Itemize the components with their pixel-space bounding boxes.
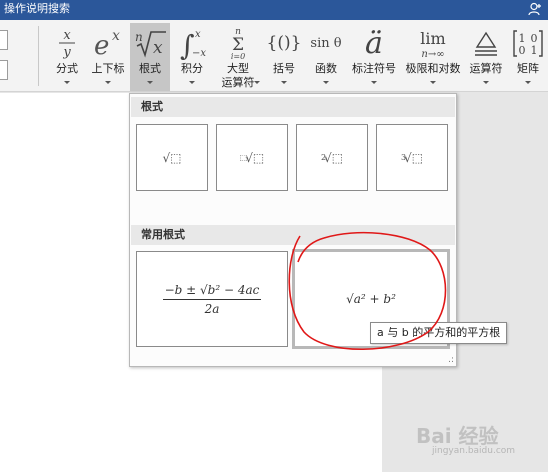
- integral-lower: −x: [192, 48, 206, 59]
- integral-upper: x: [195, 29, 201, 40]
- quadratic-formula: −b ± √b² − 4ac 2a: [162, 282, 262, 316]
- svg-text:n: n: [135, 30, 143, 44]
- svg-text:0: 0: [519, 44, 526, 57]
- ribbon-separator: [38, 26, 39, 86]
- radical-tile-cube-root[interactable]: 3 √⬚: [376, 124, 448, 191]
- common-radical-quadratic-formula[interactable]: −b ± √b² − 4ac 2a: [136, 251, 288, 347]
- equation-ribbon: x y 分式 e x 上下标 n x 根式 ∫ x −x 积分 n Σ i=0 …: [0, 20, 548, 92]
- radical-symbol: ⬚ √⬚: [239, 150, 265, 165]
- chevron-down-icon: [371, 81, 377, 84]
- summation-icon: n Σ i=0: [212, 25, 264, 61]
- chevron-down-icon: [254, 81, 260, 84]
- lim-subscript: n→∞: [421, 49, 444, 60]
- accent-button[interactable]: ä 标注符号: [348, 23, 400, 91]
- integral-icon: ∫ x −x: [174, 25, 210, 61]
- bracket-button[interactable]: {()} 括号: [266, 23, 302, 91]
- chevron-down-icon: [105, 81, 111, 84]
- chevron-down-icon: [525, 81, 531, 84]
- radical-tile-degree-2[interactable]: 2 √⬚: [296, 124, 368, 191]
- chevron-down-icon: [281, 81, 287, 84]
- bracket-icon: {()}: [266, 33, 302, 53]
- document-strip: [0, 93, 130, 115]
- sum-lower: i=0: [231, 52, 245, 61]
- chevron-down-icon: [64, 81, 70, 84]
- svg-text:e: e: [94, 31, 109, 60]
- title-bar: 操作说明搜索: [0, 0, 548, 20]
- delta-equals-icon: [466, 25, 506, 61]
- tell-me-search[interactable]: 操作说明搜索: [4, 1, 70, 17]
- radical-symbol: 3 √⬚: [400, 150, 424, 165]
- radical-tile-with-degree[interactable]: ⬚ √⬚: [216, 124, 288, 191]
- watermark-sub: jingyan.baidu.com: [432, 446, 516, 456]
- function-icon: sin θ: [310, 35, 342, 51]
- matrix-icon: 1 0 0 1: [508, 25, 548, 61]
- resize-grip-icon[interactable]: .:: [448, 355, 454, 365]
- svg-text:1: 1: [531, 44, 538, 57]
- accent-icon: ä: [365, 25, 383, 61]
- chevron-down-icon: [323, 81, 329, 84]
- svg-text:x: x: [153, 38, 163, 58]
- style-spinner-bottom[interactable]: [0, 60, 8, 80]
- chevron-down-icon: [189, 81, 195, 84]
- integral-button[interactable]: ∫ x −x 积分: [174, 23, 210, 91]
- share-user-icon[interactable]: [528, 2, 542, 16]
- svg-text:x: x: [112, 28, 120, 44]
- operator-button[interactable]: 运算符: [466, 23, 506, 91]
- fraction-icon: x y: [48, 25, 86, 61]
- script-button[interactable]: e x 上下标: [88, 23, 128, 91]
- fraction-button[interactable]: x y 分式: [48, 23, 86, 91]
- svg-text:y: y: [62, 45, 71, 60]
- matrix-button[interactable]: 1 0 0 1 矩阵: [508, 23, 548, 91]
- radical-symbol: √⬚: [162, 150, 182, 165]
- limit-log-button[interactable]: lim n→∞ 极限和对数: [402, 23, 464, 91]
- tooltip: a 与 b 的平方和的平方根: [370, 322, 508, 344]
- chevron-down-icon: [483, 81, 489, 84]
- superscript-icon: e x: [88, 25, 128, 61]
- style-spinner-top[interactable]: [0, 30, 8, 50]
- radical-icon: n x: [130, 25, 170, 61]
- limit-icon: lim n→∞: [402, 25, 464, 61]
- svg-text:x: x: [63, 28, 71, 43]
- radical-button[interactable]: n x 根式: [130, 23, 170, 91]
- chevron-down-icon: [147, 81, 153, 84]
- function-button[interactable]: sin θ 函数: [306, 23, 346, 91]
- radical-symbol: 2 √⬚: [320, 150, 344, 165]
- section-header-radicals: 根式: [131, 97, 455, 117]
- watermark: Bai 经验: [416, 424, 499, 448]
- chevron-down-icon: [430, 81, 436, 84]
- radical-tile-square-root[interactable]: √⬚: [136, 124, 208, 191]
- large-operator-button[interactable]: n Σ i=0 大型 运算符: [212, 23, 264, 91]
- lim-text: lim: [420, 29, 445, 48]
- section-header-common-radicals: 常用根式: [131, 225, 455, 245]
